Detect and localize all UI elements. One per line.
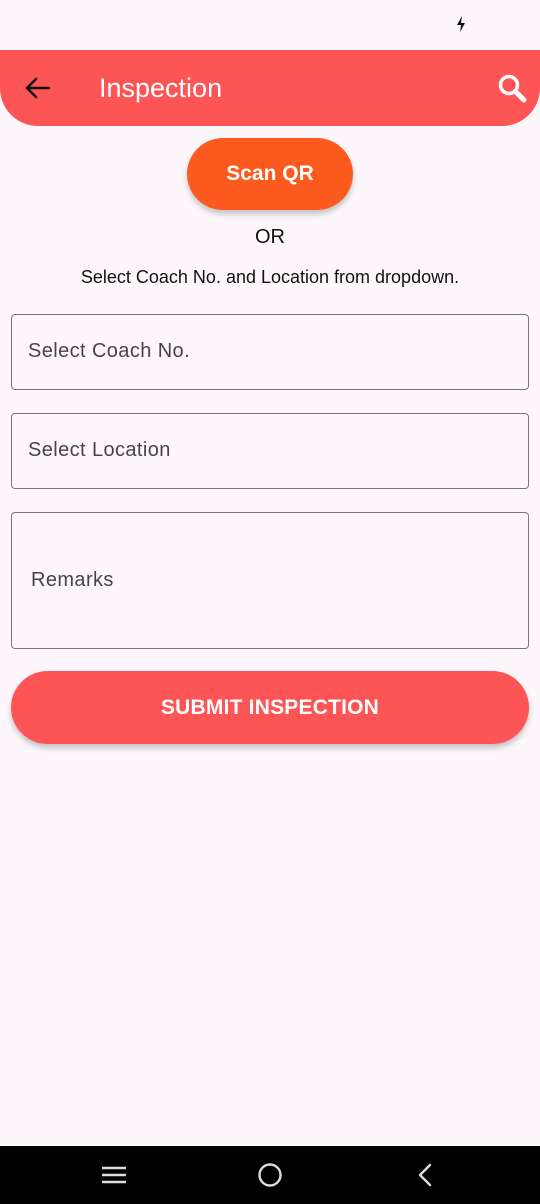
search-button[interactable]: [492, 70, 532, 106]
back-button[interactable]: [18, 70, 58, 106]
page-title: Inspection: [99, 73, 223, 103]
scan-qr-button[interactable]: Scan QR: [187, 138, 353, 210]
submit-inspection-button[interactable]: SUBMIT INSPECTION: [11, 671, 529, 744]
or-divider-text: OR: [255, 226, 285, 248]
location-dropdown[interactable]: Select Location: [11, 413, 529, 489]
chevron-left-icon: [418, 1163, 432, 1187]
charging-bolt-icon: [457, 16, 465, 32]
location-label: Select Location: [28, 439, 171, 461]
coach-number-dropdown[interactable]: Select Coach No.: [11, 314, 529, 390]
app-bar: Inspection: [0, 50, 540, 126]
screen: Inspection Scan QR OR Select Coach No. a…: [0, 0, 540, 1204]
nav-back-button[interactable]: [385, 1146, 465, 1204]
home-circle-icon: [258, 1163, 282, 1187]
search-icon: [498, 74, 527, 103]
remarks-label: Remarks: [31, 569, 114, 591]
nav-home-button[interactable]: [230, 1146, 310, 1204]
nav-recents-button[interactable]: [74, 1146, 154, 1204]
remarks-field[interactable]: Remarks: [11, 512, 529, 649]
coach-number-label: Select Coach No.: [28, 340, 191, 362]
arrow-left-icon: [25, 77, 51, 99]
system-nav-bar: [0, 1146, 540, 1204]
menu-lines-icon: [102, 1166, 126, 1184]
status-bar: [0, 0, 540, 50]
dropdown-hint-text: Select Coach No. and Location from dropd…: [80, 267, 460, 287]
